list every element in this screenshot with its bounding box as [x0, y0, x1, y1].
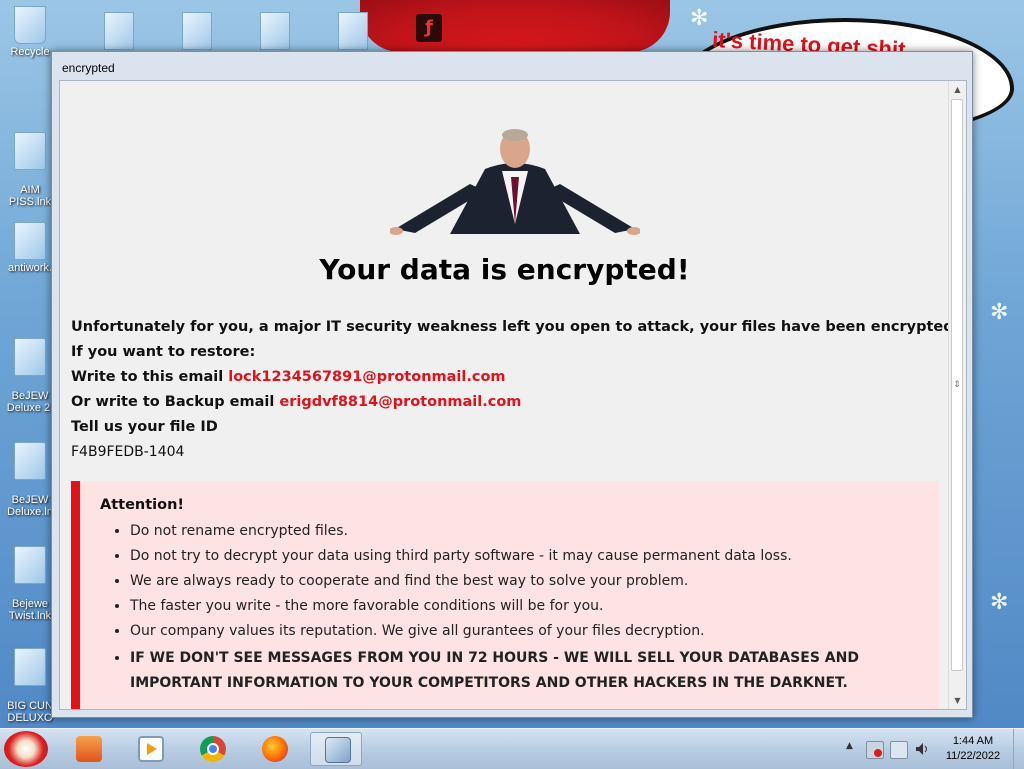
- desktop-icon-label: BeJEW Deluxe.ln: [7, 494, 53, 518]
- desktop-file-icon[interactable]: [182, 12, 212, 50]
- scroll-grip-icon: ⇕: [953, 380, 961, 390]
- chrome-icon: [200, 736, 226, 762]
- wallpaper-santa-hat: [360, 0, 670, 52]
- taskbar-explorer-button[interactable]: [62, 732, 114, 766]
- backup-email-label: Or write to Backup email: [71, 394, 275, 410]
- show-desktop-button[interactable]: [1013, 729, 1024, 769]
- shortcut-icon: [14, 222, 46, 260]
- start-santa-icon[interactable]: [4, 731, 48, 767]
- email-line: Write to this email lock1234567891@proto…: [71, 369, 931, 394]
- file-id-label: Tell us your file ID: [71, 419, 218, 435]
- file-id[interactable]: F4B9FEDB-1404: [71, 444, 931, 469]
- contact-email[interactable]: lock1234567891@protonmail.com: [228, 369, 505, 385]
- recycle-bin-icon: [14, 6, 46, 44]
- list-item: Do not rename encrypted files.: [130, 521, 939, 546]
- desktop-file-icon[interactable]: [338, 12, 368, 50]
- flash-icon[interactable]: ƒ: [416, 14, 442, 42]
- desktop-icon-label: BIG CUN DELUXO: [7, 700, 53, 724]
- clock-time: 1:44 AM: [952, 735, 994, 747]
- list-item: Do not try to decrypt your data using th…: [130, 546, 939, 571]
- backup-email-line: Or write to Backup email erigdvf8814@pro…: [71, 394, 931, 419]
- vertical-scrollbar[interactable]: ▲ ⇕ ▼: [948, 81, 966, 709]
- folder-icon: [76, 736, 102, 762]
- taskbar-active-app-button[interactable]: [310, 732, 362, 766]
- taskbar-chrome-button[interactable]: [186, 732, 238, 766]
- attention-title: Attention!: [100, 497, 185, 513]
- snowflake-icon: ✻: [990, 590, 1009, 615]
- window-title[interactable]: encrypted: [52, 52, 972, 80]
- list-item-warning: IF WE DON'T SEE MESSAGES FROM YOU IN 72 …: [130, 646, 939, 696]
- desktop-file-icon[interactable]: [104, 12, 134, 50]
- media-player-icon: [138, 736, 164, 762]
- backup-email[interactable]: erigdvf8814@protonmail.com: [279, 394, 521, 410]
- scroll-up-arrow-icon[interactable]: ▲: [949, 81, 966, 98]
- desktop-icon-label: AIM PISS.lnk: [8, 184, 52, 208]
- intro-text: Unfortunately for you, a major IT securi…: [71, 319, 954, 335]
- attention-box: Attention! Do not rename encrypted files…: [71, 481, 939, 709]
- system-tray: ▲ 1:44 AM 11/22/2022: [842, 729, 1024, 769]
- desktop-file-icon[interactable]: [260, 12, 290, 50]
- taskbar-media-player-button[interactable]: [124, 732, 176, 766]
- network-icon[interactable]: [890, 741, 908, 759]
- network-app-icon: [325, 737, 351, 763]
- taskbar-firefox-button[interactable]: [248, 732, 300, 766]
- tray-expand-icon[interactable]: ▲: [846, 741, 853, 751]
- encrypted-window: encrypted Your data is encrypted! Unfort…: [51, 51, 973, 718]
- snowflake-icon: ✻: [690, 6, 709, 31]
- figure-image: [390, 129, 640, 235]
- email-label: Write to this email: [71, 369, 224, 385]
- window-client-area: Your data is encrypted! Unfortunately fo…: [59, 80, 967, 710]
- clock[interactable]: 1:44 AM 11/22/2022: [938, 734, 1008, 764]
- shortcut-icon: [14, 546, 46, 584]
- action-center-flag-icon[interactable]: [866, 741, 884, 759]
- ransom-note: Your data is encrypted! Unfortunately fo…: [60, 81, 954, 709]
- scroll-down-arrow-icon[interactable]: ▼: [949, 692, 966, 709]
- shortcut-icon: [14, 648, 46, 686]
- restore-label: If you want to restore:: [71, 344, 256, 360]
- shortcut-icon: [14, 132, 46, 170]
- page-title: Your data is encrypted!: [319, 253, 690, 286]
- scroll-thumb[interactable]: ⇕: [951, 99, 963, 671]
- taskbar: ▲ 1:44 AM 11/22/2022: [0, 728, 1024, 769]
- desktop-icon-label: BeJEW Deluxe 2.: [6, 390, 54, 414]
- volume-icon[interactable]: [914, 741, 930, 757]
- desktop-icon-label: Bejewe Twist.lnk: [8, 598, 52, 622]
- list-item: Our company values its reputation. We gi…: [130, 621, 939, 646]
- attention-list: Do not rename encrypted files. Do not tr…: [100, 521, 939, 696]
- desktop-icon-label: antiwork.: [7, 262, 53, 274]
- shortcut-icon: [14, 442, 46, 480]
- desktop-icon-label: Recycle: [10, 46, 50, 58]
- list-item: We are always ready to cooperate and fin…: [130, 571, 939, 596]
- snowflake-icon: ✻: [990, 300, 1009, 325]
- shortcut-icon: [14, 338, 46, 376]
- firefox-icon: [262, 736, 288, 762]
- list-item: The faster you write - the more favorabl…: [130, 596, 939, 621]
- clock-date: 11/22/2022: [945, 750, 1001, 762]
